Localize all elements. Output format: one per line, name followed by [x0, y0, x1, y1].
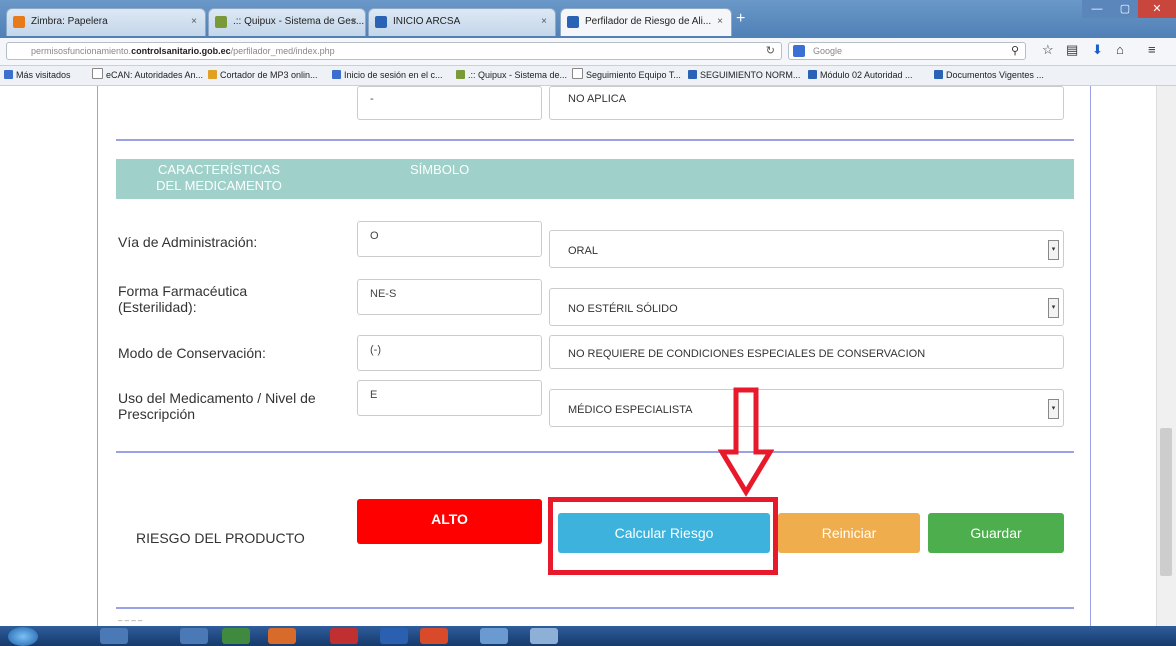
taskbar-item[interactable] [222, 628, 250, 644]
code-field-conservacion[interactable]: (-) [357, 335, 542, 371]
bookmark-item[interactable]: eCAN: Autoridades An... [92, 66, 203, 85]
select-nivel-prescripcion[interactable]: MÉDICO ESPECIALISTA ▾ [549, 389, 1064, 427]
save-button[interactable]: Guardar [928, 513, 1064, 553]
bookmark-star-icon[interactable]: ☆ [1042, 42, 1054, 58]
tab-label: INICIO ARCSA [393, 16, 461, 27]
select-via-administracion[interactable]: ORAL ▾ [549, 230, 1064, 268]
taskbar-item[interactable] [530, 628, 558, 644]
new-tab-button[interactable]: + [736, 10, 745, 28]
home-icon[interactable]: ⌂ [1116, 42, 1124, 57]
bookmark-item[interactable]: Cortador de MP3 onlin... [208, 66, 318, 85]
bookmark-item[interactable]: Inicio de sesión en el c... [332, 66, 443, 85]
field-modo-conservacion[interactable]: NO REQUIERE DE CONDICIONES ESPECIALES DE… [549, 335, 1064, 369]
menu-icon[interactable]: ≡ [1148, 42, 1156, 57]
dropdown-arrow-icon[interactable]: ▾ [1048, 240, 1059, 260]
bookmarks-menu-icon[interactable]: ▤ [1066, 42, 1078, 58]
bookmark-item[interactable]: .:: Quipux - Sistema de... [456, 66, 567, 85]
windows-taskbar [0, 626, 1176, 646]
close-window-button[interactable]: ✕ [1138, 0, 1176, 18]
start-button[interactable] [8, 627, 38, 646]
tab-quipux[interactable]: .:: Quipux - Sistema de Ges... × [208, 8, 366, 36]
tab-label: Perfilador de Riesgo de Ali... [585, 16, 712, 27]
code-field-forma[interactable]: NE-S [357, 279, 542, 315]
taskbar-item[interactable] [380, 628, 408, 644]
annotation-highlight-box [548, 497, 778, 575]
select-forma-farmaceutica[interactable]: NO ESTÉRIL SÓLIDO ▾ [549, 288, 1064, 326]
url-prefix: permisosfuncionamiento. [31, 46, 132, 56]
google-icon [793, 45, 805, 57]
header-characteristics: CARACTERÍSTICAS DEL MEDICAMENTO [156, 162, 282, 193]
previous-code-field[interactable]: - [357, 86, 542, 120]
maximize-button[interactable]: ▢ [1112, 0, 1138, 18]
zimbra-icon [13, 16, 25, 28]
risk-level-badge: ALTO [357, 499, 542, 544]
taskbar-item[interactable] [420, 628, 448, 644]
search-field[interactable]: Google ⚲ [788, 42, 1026, 60]
taskbar-item[interactable] [330, 628, 358, 644]
quipux-icon [215, 16, 227, 28]
section-header: CARACTERÍSTICAS DEL MEDICAMENTO SÍMBOLO [116, 159, 1074, 199]
section-divider [116, 607, 1074, 609]
tab-label: Zimbra: Papelera [31, 16, 108, 27]
field-label-modo-conservacion: Modo de Conservación: [118, 345, 266, 361]
dropdown-arrow-icon[interactable]: ▾ [1048, 298, 1059, 318]
bottom-text-fragment: – – – – [118, 616, 143, 625]
search-icon[interactable]: ⚲ [1011, 43, 1019, 59]
code-field-uso[interactable]: E [357, 380, 542, 416]
section-divider [116, 139, 1074, 141]
tab-zimbra[interactable]: Zimbra: Papelera × [6, 8, 206, 36]
bookmark-item[interactable]: Seguimiento Equipo T... [572, 66, 681, 85]
close-icon[interactable]: × [541, 9, 547, 35]
bookmark-item[interactable]: Más visitados [4, 66, 71, 85]
reload-icon[interactable]: ↻ [766, 43, 775, 59]
address-bar[interactable]: permisosfuncionamiento.controlsanitario.… [6, 42, 782, 60]
taskbar-item[interactable] [268, 628, 296, 644]
minimize-button[interactable]: — [1082, 0, 1112, 18]
field-label-forma-farmaceutica: Forma Farmacéutica (Esterilidad): [118, 283, 248, 315]
code-field-via[interactable]: O [357, 221, 542, 257]
tab-inicio-arcsa[interactable]: INICIO ARCSA × [368, 8, 556, 36]
header-symbol: SÍMBOLO [410, 162, 470, 177]
taskbar-item[interactable] [180, 628, 208, 644]
close-icon[interactable]: × [191, 9, 197, 35]
taskbar-item[interactable] [480, 628, 508, 644]
close-icon[interactable]: × [717, 9, 723, 35]
dropdown-arrow-icon[interactable]: ▾ [1048, 399, 1059, 419]
taskbar-item[interactable] [100, 628, 128, 644]
bookmark-item[interactable]: Módulo 02 Autoridad ... [808, 66, 913, 85]
scrollbar-thumb[interactable] [1160, 428, 1172, 576]
close-icon[interactable]: × [351, 9, 357, 35]
previous-value-field[interactable]: NO APLICA [549, 86, 1064, 120]
arcsa-icon [375, 16, 387, 28]
field-label-via-administracion: Vía de Administración: [118, 234, 258, 250]
risk-label: RIESGO DEL PRODUCTO [136, 530, 305, 546]
search-engine-label: Google [813, 46, 843, 56]
tab-perfilador[interactable]: Perfilador de Riesgo de Ali... × [560, 8, 732, 36]
bookmark-item[interactable]: SEGUIMIENTO NORM... [688, 66, 800, 85]
bookmark-item[interactable]: Documentos Vigentes ... [934, 66, 1044, 85]
annotation-down-arrow-icon [718, 387, 774, 497]
url-path: /perfilador_med/index.php [230, 46, 335, 56]
download-icon[interactable]: ⬇ [1092, 42, 1103, 58]
section-divider [116, 451, 1074, 453]
reset-button[interactable]: Reiniciar [778, 513, 920, 553]
field-label-uso-medicamento: Uso del Medicamento / Nivel de Prescripc… [118, 390, 316, 422]
bookmarks-bar: Más visitados eCAN: Autoridades An... Co… [0, 66, 1176, 86]
arcsa-icon [567, 16, 579, 28]
url-domain: controlsanitario.gob.ec [131, 46, 231, 56]
tab-label: .:: Quipux - Sistema de Ges... [233, 16, 365, 27]
